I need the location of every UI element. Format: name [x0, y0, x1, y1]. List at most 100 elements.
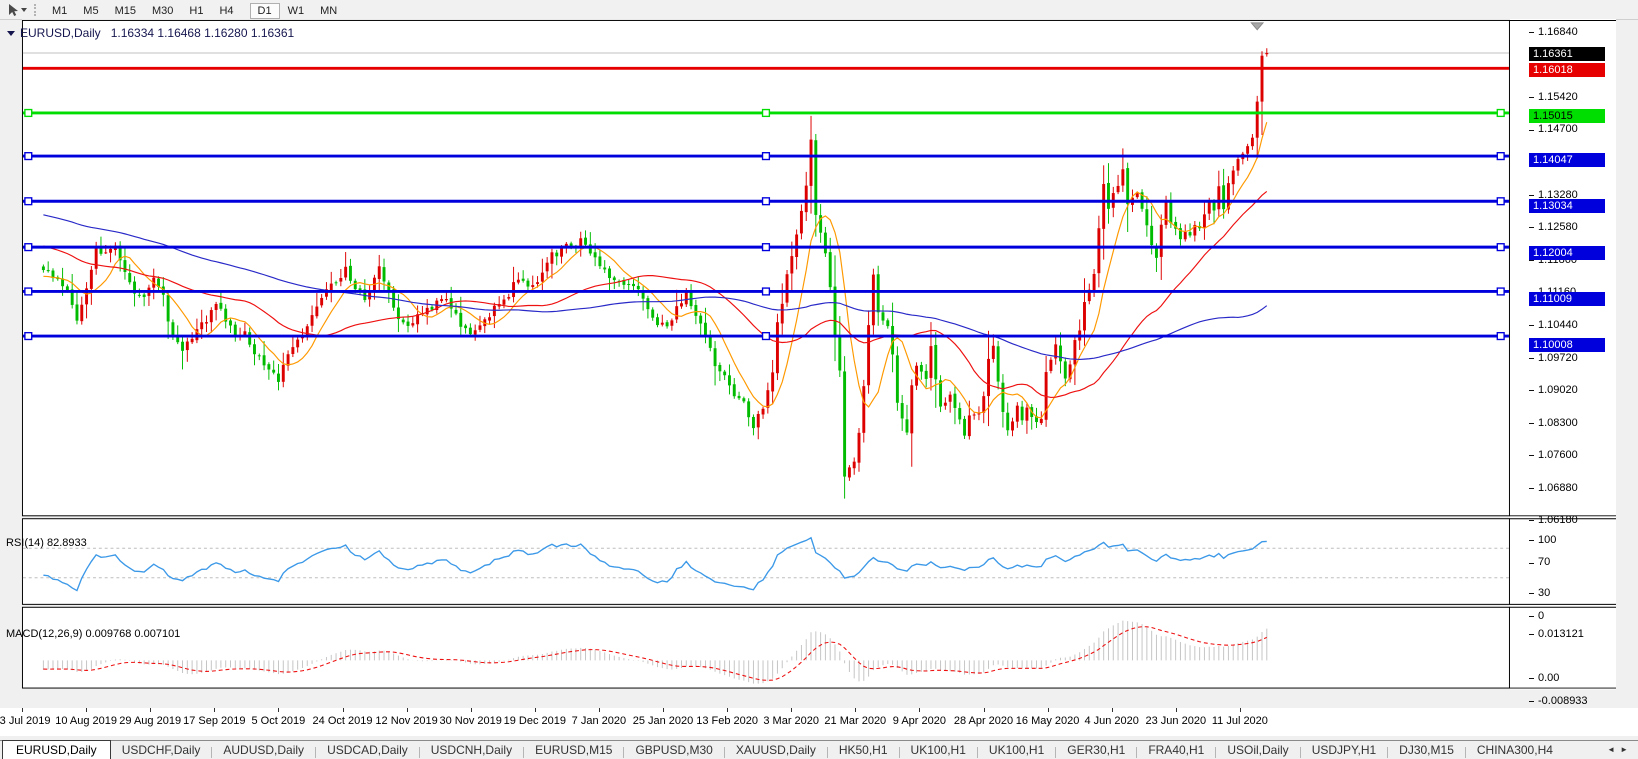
- hline-anchor[interactable]: [763, 153, 770, 160]
- hline-anchor[interactable]: [1497, 288, 1504, 295]
- hline-anchor[interactable]: [25, 198, 32, 205]
- date-axis[interactable]: 23 Jul 201910 Aug 201929 Aug 201917 Sep …: [0, 708, 1638, 736]
- chart-tab-dj30-m15[interactable]: DJ30,M15: [1388, 742, 1465, 759]
- axis-tick: [1529, 390, 1534, 391]
- price-level-box: 1.11009: [1529, 292, 1605, 306]
- date-label: 30 Nov 2019: [439, 715, 501, 727]
- chart-tab-audusd-daily[interactable]: AUDUSD,Daily: [212, 742, 315, 759]
- date-tick: [407, 708, 408, 712]
- rsi-panel: [22, 519, 1509, 605]
- tab-scroll-right-icon[interactable]: ►: [1620, 745, 1633, 754]
- chart-tab-bar: EURUSD,DailyUSDCHF,DailyAUDUSD,DailyUSDC…: [0, 736, 1638, 759]
- chart-tab-xauusd-daily[interactable]: XAUUSD,Daily: [725, 742, 827, 759]
- date-label: 7 Jan 2020: [572, 715, 626, 727]
- date-label: 29 Aug 2019: [119, 715, 181, 727]
- macd-name: MACD(12,26,9): [6, 628, 82, 640]
- chart-tab-eurusd-daily[interactable]: EURUSD,Daily: [2, 740, 111, 759]
- hline-anchor[interactable]: [763, 244, 770, 251]
- axis-tick: [1529, 97, 1534, 98]
- timeframe-button-mn[interactable]: MN: [312, 3, 345, 19]
- hline-anchor[interactable]: [763, 110, 770, 117]
- axis-tick-label: 1.14700: [1538, 123, 1578, 135]
- axis-tick: [1529, 130, 1534, 131]
- date-label: 9 Apr 2020: [893, 715, 946, 727]
- chart-symbol: EURUSD,Daily: [20, 26, 101, 40]
- chart-tab-usdchf-daily[interactable]: USDCHF,Daily: [111, 742, 212, 759]
- axis-tick-label: 1.06880: [1538, 482, 1578, 494]
- macd-panel: [22, 607, 1509, 688]
- hline-anchor[interactable]: [763, 198, 770, 205]
- hline-anchor[interactable]: [1497, 198, 1504, 205]
- axis-tick: [1529, 563, 1534, 564]
- pointer-dropdown-icon[interactable]: [21, 8, 27, 12]
- axis-tick: [1529, 325, 1534, 326]
- timeframe-button-m1[interactable]: M1: [44, 3, 75, 19]
- chart-tab-china300-h4[interactable]: CHINA300,H4: [1466, 742, 1564, 759]
- axis-tick-label: 1.09020: [1538, 384, 1578, 396]
- hline-anchor[interactable]: [1497, 333, 1504, 340]
- timeframe-button-m30[interactable]: M30: [144, 3, 181, 19]
- timeframe-button-d1[interactable]: D1: [250, 3, 280, 19]
- timeframe-button-m15[interactable]: M15: [107, 3, 144, 19]
- hline-anchor[interactable]: [1497, 110, 1504, 117]
- tab-scroll-left-icon[interactable]: ◄: [1607, 745, 1620, 754]
- date-label: 23 Jul 2019: [0, 715, 50, 727]
- date-tick: [919, 708, 920, 712]
- chart-tab-hk50-h1[interactable]: HK50,H1: [828, 742, 899, 759]
- tabs-holder: EURUSD,DailyUSDCHF,DailyAUDUSD,DailyUSDC…: [0, 741, 1564, 758]
- chart-tab-usoil-daily[interactable]: USOil,Daily: [1216, 742, 1299, 759]
- date-label: 28 Apr 2020: [954, 715, 1013, 727]
- timeframe-button-m5[interactable]: M5: [75, 3, 106, 19]
- axis-tick: [1529, 358, 1534, 359]
- hline-anchor[interactable]: [25, 110, 32, 117]
- rsi-name: RSI(14): [6, 537, 44, 549]
- chart-tab-usdjpy-h1[interactable]: USDJPY,H1: [1301, 742, 1387, 759]
- macd-scale-label: 0.013121: [1538, 628, 1584, 640]
- timeframe-button-h1[interactable]: H1: [181, 3, 211, 19]
- date-tick: [278, 708, 279, 712]
- chart-tab-usdcnh-daily[interactable]: USDCNH,Daily: [420, 742, 523, 759]
- chart-ohlc-values: 1.16334 1.16468 1.16280 1.16361: [111, 26, 295, 40]
- date-label: 24 Oct 2019: [313, 715, 373, 727]
- hline-anchor[interactable]: [25, 288, 32, 295]
- axis-tick: [1529, 227, 1534, 228]
- date-tick: [1112, 708, 1113, 712]
- date-label: 19 Dec 2019: [504, 715, 566, 727]
- hline-anchor[interactable]: [1497, 153, 1504, 160]
- toolbar-grip[interactable]: [34, 4, 38, 16]
- date-label: 23 Jun 2020: [1146, 715, 1207, 727]
- rsi-indicator-label: RSI(14) 82.8933: [6, 537, 87, 549]
- price-chart-canvas[interactable]: [0, 19, 1638, 708]
- chart-tab-ger30-h1[interactable]: GER30,H1: [1056, 742, 1136, 759]
- date-tick: [1240, 708, 1241, 712]
- date-tick: [663, 708, 664, 712]
- axis-tick: [1529, 701, 1534, 702]
- date-tick: [791, 708, 792, 712]
- objects-pointer-icon[interactable]: [4, 2, 20, 17]
- macd-scale-label: -0.008933: [1538, 695, 1588, 707]
- date-label: 5 Oct 2019: [251, 715, 305, 727]
- axis-tick: [1529, 593, 1534, 594]
- timeframe-button-h4[interactable]: H4: [211, 3, 241, 19]
- hline-anchor[interactable]: [763, 333, 770, 340]
- hline-anchor[interactable]: [763, 288, 770, 295]
- price-scale-axis[interactable]: 1.168401.154201.147001.132801.125801.118…: [1529, 19, 1638, 708]
- hline-anchor[interactable]: [1497, 244, 1504, 251]
- hline-anchor[interactable]: [25, 153, 32, 160]
- chart-tab-eurusd-m15[interactable]: EURUSD,M15: [524, 742, 623, 759]
- chart-tab-gbpusd-m30[interactable]: GBPUSD,M30: [624, 742, 723, 759]
- axis-tick: [1529, 488, 1534, 489]
- hline-anchor[interactable]: [25, 333, 32, 340]
- axis-tick-label: 1.06180: [1538, 514, 1578, 526]
- timeframe-toolbar: M1M5M15M30H1H4 D1W1MN: [0, 0, 1638, 20]
- date-tick: [599, 708, 600, 712]
- timeframe-button-w1[interactable]: W1: [280, 3, 313, 19]
- chart-tab-usdcad-daily[interactable]: USDCAD,Daily: [316, 742, 419, 759]
- date-label: 13 Feb 2020: [696, 715, 758, 727]
- symbol-dropdown-icon[interactable]: [7, 31, 15, 36]
- chart-tab-fra40-h1[interactable]: FRA40,H1: [1137, 742, 1215, 759]
- chart-tab-uk100-h1[interactable]: UK100,H1: [978, 742, 1055, 759]
- date-tick: [214, 708, 215, 712]
- hline-anchor[interactable]: [25, 244, 32, 251]
- chart-tab-uk100-h1[interactable]: UK100,H1: [900, 742, 977, 759]
